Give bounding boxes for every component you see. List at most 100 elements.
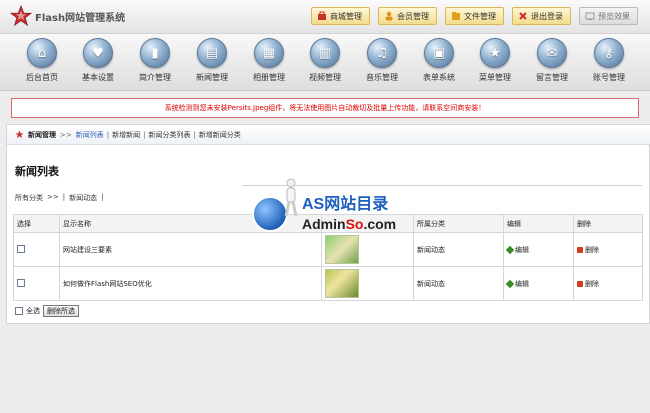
delete-icon bbox=[577, 280, 583, 287]
top-bar: Flash网站管理系统 商城管理 会员管理 文件管理 退出登录 预览效果 bbox=[0, 0, 650, 34]
delete-label: 删除 bbox=[585, 245, 599, 254]
delete-link[interactable]: 删除 bbox=[577, 245, 639, 255]
row-delete-cell: 删除 bbox=[573, 266, 643, 301]
select-all-checkbox[interactable] bbox=[15, 307, 23, 315]
file-manage-button[interactable]: 文件管理 bbox=[445, 7, 504, 25]
app-title: Flash网站管理系统 bbox=[35, 12, 126, 24]
news-icon: ▤ bbox=[197, 38, 227, 68]
link-news-category-list[interactable]: 新闻分类列表 bbox=[148, 130, 190, 140]
icon-nav-bar: ⌂ 后台首页 ♥ 基本设置 ▮ 简介管理 ▤ 新闻管理 ▦ 相册管理 ▥ 视频管… bbox=[0, 34, 650, 91]
filter-arrow: >> bbox=[47, 193, 59, 201]
news-thumbnail[interactable] bbox=[325, 235, 359, 264]
row-checkbox[interactable] bbox=[17, 244, 25, 253]
shop-manage-label: 商城管理 bbox=[330, 11, 362, 21]
nav-item-video[interactable]: ▥ 视频管理 bbox=[297, 38, 353, 83]
logout-icon bbox=[518, 11, 528, 21]
delete-icon bbox=[577, 246, 583, 253]
intro-icon: ▮ bbox=[140, 38, 170, 68]
nav-label: 新闻管理 bbox=[196, 73, 228, 82]
nav-label: 账号管理 bbox=[593, 73, 625, 82]
edit-label: 编辑 bbox=[515, 279, 529, 288]
person-icon bbox=[284, 178, 298, 217]
preview-icon bbox=[585, 11, 595, 21]
header-delete: 删除 bbox=[573, 214, 643, 233]
file-manage-label: 文件管理 bbox=[464, 11, 496, 21]
row-edit-cell: 编辑 bbox=[503, 266, 574, 301]
edit-link[interactable]: 编辑 bbox=[505, 245, 570, 255]
nav-label: 视频管理 bbox=[309, 73, 341, 82]
nav-item-settings[interactable]: ♥ 基本设置 bbox=[70, 38, 126, 83]
message-icon: ✉ bbox=[537, 38, 567, 68]
breadcrumb: 新闻管理 >> 新闻列表 | 新增新闻 | 新闻分类列表 | 新增新闻分类 bbox=[7, 125, 650, 145]
logout-label: 退出登录 bbox=[531, 11, 563, 21]
breadcrumb-arrow: >> bbox=[60, 130, 72, 139]
row-thumb-cell bbox=[321, 266, 414, 301]
logout-button[interactable]: 退出登录 bbox=[512, 7, 571, 25]
row-select-cell bbox=[13, 266, 60, 301]
filter-separator: | bbox=[62, 193, 66, 201]
filter-category-news[interactable]: 新闻动态 bbox=[69, 193, 97, 203]
menu-icon: ★ bbox=[480, 38, 510, 68]
music-icon: ♫ bbox=[367, 38, 397, 68]
preview-label: 预览效果 bbox=[598, 11, 630, 21]
nav-item-message[interactable]: ✉ 留言管理 bbox=[524, 38, 580, 83]
shop-icon bbox=[317, 11, 327, 21]
nav-label: 后台首页 bbox=[26, 73, 58, 82]
news-thumbnail[interactable] bbox=[325, 269, 359, 298]
row-edit-cell: 编辑 bbox=[503, 232, 574, 267]
row-category: 新闻动态 bbox=[413, 232, 504, 267]
component-warning: 系统检测到您未安装Persits.Jpeg组件，将无法使用图片自动裁切及批量上传… bbox=[11, 98, 639, 118]
link-add-news[interactable]: 新增新闻 bbox=[112, 130, 140, 140]
filter-all-categories[interactable]: 所有分类 bbox=[15, 193, 43, 203]
watermark-overlay: AS网站目录 AdminSo.com bbox=[252, 178, 412, 238]
breadcrumb-section: 新闻管理 bbox=[28, 130, 56, 139]
delete-link[interactable]: 删除 bbox=[577, 279, 639, 289]
nav-item-form[interactable]: ▣ 表单系统 bbox=[411, 38, 467, 83]
member-icon bbox=[384, 11, 394, 21]
page-title: 新闻列表 bbox=[15, 165, 59, 178]
file-icon bbox=[451, 11, 461, 21]
settings-icon: ♥ bbox=[83, 38, 113, 68]
row-checkbox[interactable] bbox=[17, 278, 25, 287]
member-manage-button[interactable]: 会员管理 bbox=[378, 7, 437, 25]
watermark-url: AdminSo.com bbox=[302, 216, 396, 232]
table-row: 如何做作Flash网站SEO优化 新闻动态 编辑 删除 bbox=[13, 266, 643, 301]
nav-label: 音乐管理 bbox=[366, 73, 398, 82]
nav-item-account[interactable]: ⚷ 账号管理 bbox=[581, 38, 637, 83]
pencil-icon bbox=[505, 245, 515, 254]
member-manage-label: 会员管理 bbox=[397, 11, 429, 21]
nav-item-album[interactable]: ▦ 相册管理 bbox=[241, 38, 297, 83]
watermark-title: AS网站目录 bbox=[302, 196, 389, 213]
preview-button[interactable]: 预览效果 bbox=[579, 7, 638, 25]
nav-item-menu[interactable]: ★ 菜单管理 bbox=[467, 38, 523, 83]
delete-label: 删除 bbox=[585, 279, 599, 288]
nav-item-news[interactable]: ▤ 新闻管理 bbox=[184, 38, 240, 83]
link-news-list[interactable]: 新闻列表 bbox=[76, 130, 104, 140]
logo: Flash网站管理系统 bbox=[10, 5, 126, 27]
row-category: 新闻动态 bbox=[413, 266, 504, 301]
breadcrumb-separator: | bbox=[193, 130, 196, 139]
filter-separator: | bbox=[101, 193, 104, 201]
link-add-news-category[interactable]: 新增新闻分类 bbox=[199, 130, 241, 140]
nav-item-home[interactable]: ⌂ 后台首页 bbox=[14, 38, 70, 83]
nav-label: 表单系统 bbox=[423, 73, 455, 82]
star-icon bbox=[15, 130, 24, 139]
form-icon: ▣ bbox=[424, 38, 454, 68]
nav-label: 基本设置 bbox=[82, 73, 114, 82]
nav-label: 留言管理 bbox=[536, 73, 568, 82]
row-select-cell bbox=[13, 232, 60, 267]
pencil-icon bbox=[505, 279, 515, 288]
shop-manage-button[interactable]: 商城管理 bbox=[311, 7, 370, 25]
delete-selected-button[interactable]: 删除所选 bbox=[43, 305, 79, 317]
breadcrumb-separator: | bbox=[143, 130, 146, 139]
edit-link[interactable]: 编辑 bbox=[505, 279, 570, 289]
home-icon: ⌂ bbox=[27, 38, 57, 68]
header-category: 所属分类 bbox=[413, 214, 504, 233]
nav-item-music[interactable]: ♫ 音乐管理 bbox=[354, 38, 410, 83]
header-select: 选择 bbox=[13, 214, 60, 233]
nav-label: 菜单管理 bbox=[479, 73, 511, 82]
row-delete-cell: 删除 bbox=[573, 232, 643, 267]
select-all-label: 全选 bbox=[26, 307, 40, 315]
header-edit: 编辑 bbox=[503, 214, 574, 233]
nav-item-intro[interactable]: ▮ 简介管理 bbox=[127, 38, 183, 83]
